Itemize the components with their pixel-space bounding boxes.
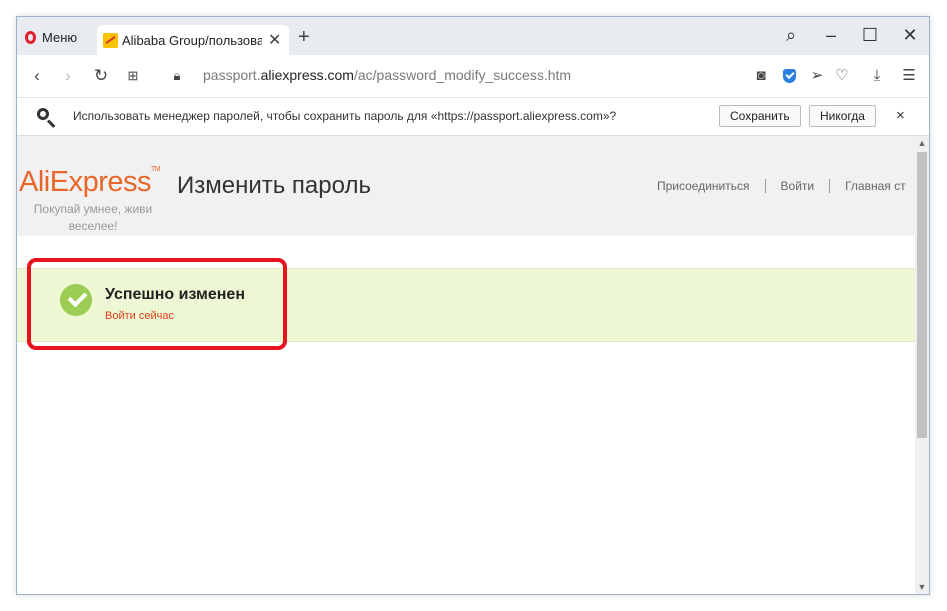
login-link[interactable]: Войти <box>781 179 815 193</box>
lock-icon[interactable]: 🔒︎ <box>167 66 187 86</box>
key-icon <box>37 108 49 120</box>
minimize-button[interactable]: – <box>819 25 843 46</box>
alibaba-favicon-icon <box>103 32 118 48</box>
camera-icon[interactable]: ◙ <box>751 66 771 86</box>
join-link[interactable]: Присоединиться <box>657 179 750 193</box>
browser-window: Меню Alibaba Group/пользовате ✕ + ⌕ – ☐ … <box>16 16 930 595</box>
back-button[interactable]: ‹ <box>27 66 47 86</box>
highlight-frame <box>27 258 287 350</box>
easy-setup-icon[interactable]: ☰ <box>899 66 919 86</box>
reload-button[interactable]: ↻ <box>91 66 111 86</box>
shield-icon[interactable] <box>779 66 799 86</box>
close-tab-icon[interactable]: ✕ <box>268 30 281 50</box>
tab-title: Alibaba Group/пользовате <box>122 32 262 48</box>
site-slogan: Покупай умнее, живи веселее! <box>33 202 153 233</box>
search-icon[interactable]: ⌕ <box>779 25 803 46</box>
download-icon[interactable]: ⤓ <box>867 66 887 86</box>
site-header: AliExpressTM Покупай умнее, живи веселее… <box>17 136 915 236</box>
never-save-button[interactable]: Никогда <box>809 105 876 127</box>
url-prefix: passport. <box>203 67 261 83</box>
new-tab-button[interactable]: + <box>298 27 310 47</box>
forward-button[interactable]: › <box>58 66 78 86</box>
password-manager-bar: Использовать менеджер паролей, чтобы сох… <box>17 98 929 136</box>
aliexpress-logo[interactable]: AliExpressTM <box>19 166 161 199</box>
page-content: AliExpressTM Покупай умнее, живи веселее… <box>17 136 915 594</box>
send-icon[interactable]: ➢ <box>807 66 827 86</box>
tab-bar: Меню Alibaba Group/пользовате ✕ + ⌕ – ☐ … <box>17 17 929 55</box>
close-window-button[interactable]: ✕ <box>898 25 922 46</box>
speed-dial-icon[interactable]: ⊞ <box>123 66 143 86</box>
close-password-bar-icon[interactable]: × <box>896 107 905 124</box>
save-password-button[interactable]: Сохранить <box>719 105 801 127</box>
scroll-down-arrow-icon[interactable]: ▼ <box>915 582 929 592</box>
scroll-up-arrow-icon[interactable]: ▲ <box>915 138 929 148</box>
menu-label: Меню <box>42 29 78 45</box>
top-nav: Присоединиться Войти Главная ст <box>657 179 906 193</box>
address-bar-row: ‹ › ↻ ⊞ 🔒︎ passport.aliexpress.com/ac/pa… <box>17 55 929 98</box>
nav-separator <box>829 179 831 193</box>
nav-separator <box>764 179 766 193</box>
scrollbar-thumb[interactable] <box>917 152 927 438</box>
home-link[interactable]: Главная ст <box>845 179 906 193</box>
page-title: Изменить пароль <box>177 172 371 199</box>
tab-aliexpress[interactable]: Alibaba Group/пользовате ✕ <box>97 25 289 55</box>
opera-menu-button[interactable]: Меню <box>25 27 77 47</box>
vertical-scrollbar[interactable]: ▲ ▼ <box>915 136 929 594</box>
url-host: aliexpress.com <box>260 67 354 83</box>
password-prompt-text: Использовать менеджер паролей, чтобы сох… <box>73 109 617 123</box>
heart-icon[interactable]: ♡ <box>832 66 852 86</box>
url-field[interactable]: passport.aliexpress.com/ac/password_modi… <box>203 67 571 83</box>
maximize-button[interactable]: ☐ <box>858 25 882 46</box>
opera-logo-icon <box>25 30 36 44</box>
url-path: /ac/password_modify_success.htm <box>353 67 572 83</box>
